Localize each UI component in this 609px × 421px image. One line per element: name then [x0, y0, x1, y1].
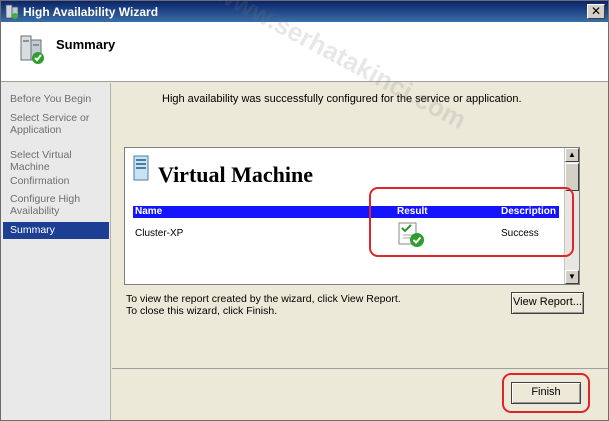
wizard-window: High Availability Wizard ✕ Summary Befor…: [0, 0, 609, 421]
wizard-main-panel: High availability was successfully confi…: [112, 83, 608, 420]
wizard-steps-sidebar: Before You Begin Select Service or Appli…: [1, 83, 111, 420]
window-title: High Availability Wizard: [23, 5, 159, 19]
cluster-app-icon: [5, 4, 19, 19]
cluster-wizard-icon: [20, 35, 44, 64]
page-title: Summary: [56, 37, 116, 52]
wizard-header: Summary: [1, 22, 608, 82]
sidebar-item-configure-high-availability[interactable]: Configure High Availability: [3, 193, 93, 217]
scroll-down-arrow-icon[interactable]: ▼: [565, 270, 579, 284]
sidebar-item-select-service[interactable]: Select Service or Application: [3, 112, 107, 136]
instructions-text: To view the report created by the wizard…: [126, 293, 401, 317]
column-header-name: Name: [135, 206, 163, 217]
sidebar-item-before-you-begin[interactable]: Before You Begin: [3, 93, 109, 105]
title-bar: High Availability Wizard ✕: [1, 1, 608, 22]
finish-button[interactable]: Finish: [511, 382, 581, 404]
instructions-line-2: To close this wizard, click Finish.: [126, 305, 278, 317]
sidebar-item-summary[interactable]: Summary: [3, 222, 109, 239]
close-button[interactable]: ✕: [587, 4, 605, 19]
red-highlight-annotation: [369, 187, 574, 257]
report-title: Virtual Machine: [158, 162, 313, 187]
server-icon: [133, 155, 149, 181]
scroll-up-arrow-icon[interactable]: ▲: [565, 148, 579, 162]
instructions-line-1: To view the report created by the wizard…: [126, 293, 401, 305]
success-message: High availability was successfully confi…: [162, 93, 522, 105]
sidebar-item-select-virtual-machine[interactable]: Select Virtual Machine: [3, 149, 109, 173]
sidebar-item-confirmation[interactable]: Confirmation: [3, 175, 109, 187]
row-name: Cluster-XP: [135, 228, 184, 239]
view-report-button[interactable]: View Report...: [511, 292, 584, 314]
divider: [112, 368, 608, 369]
